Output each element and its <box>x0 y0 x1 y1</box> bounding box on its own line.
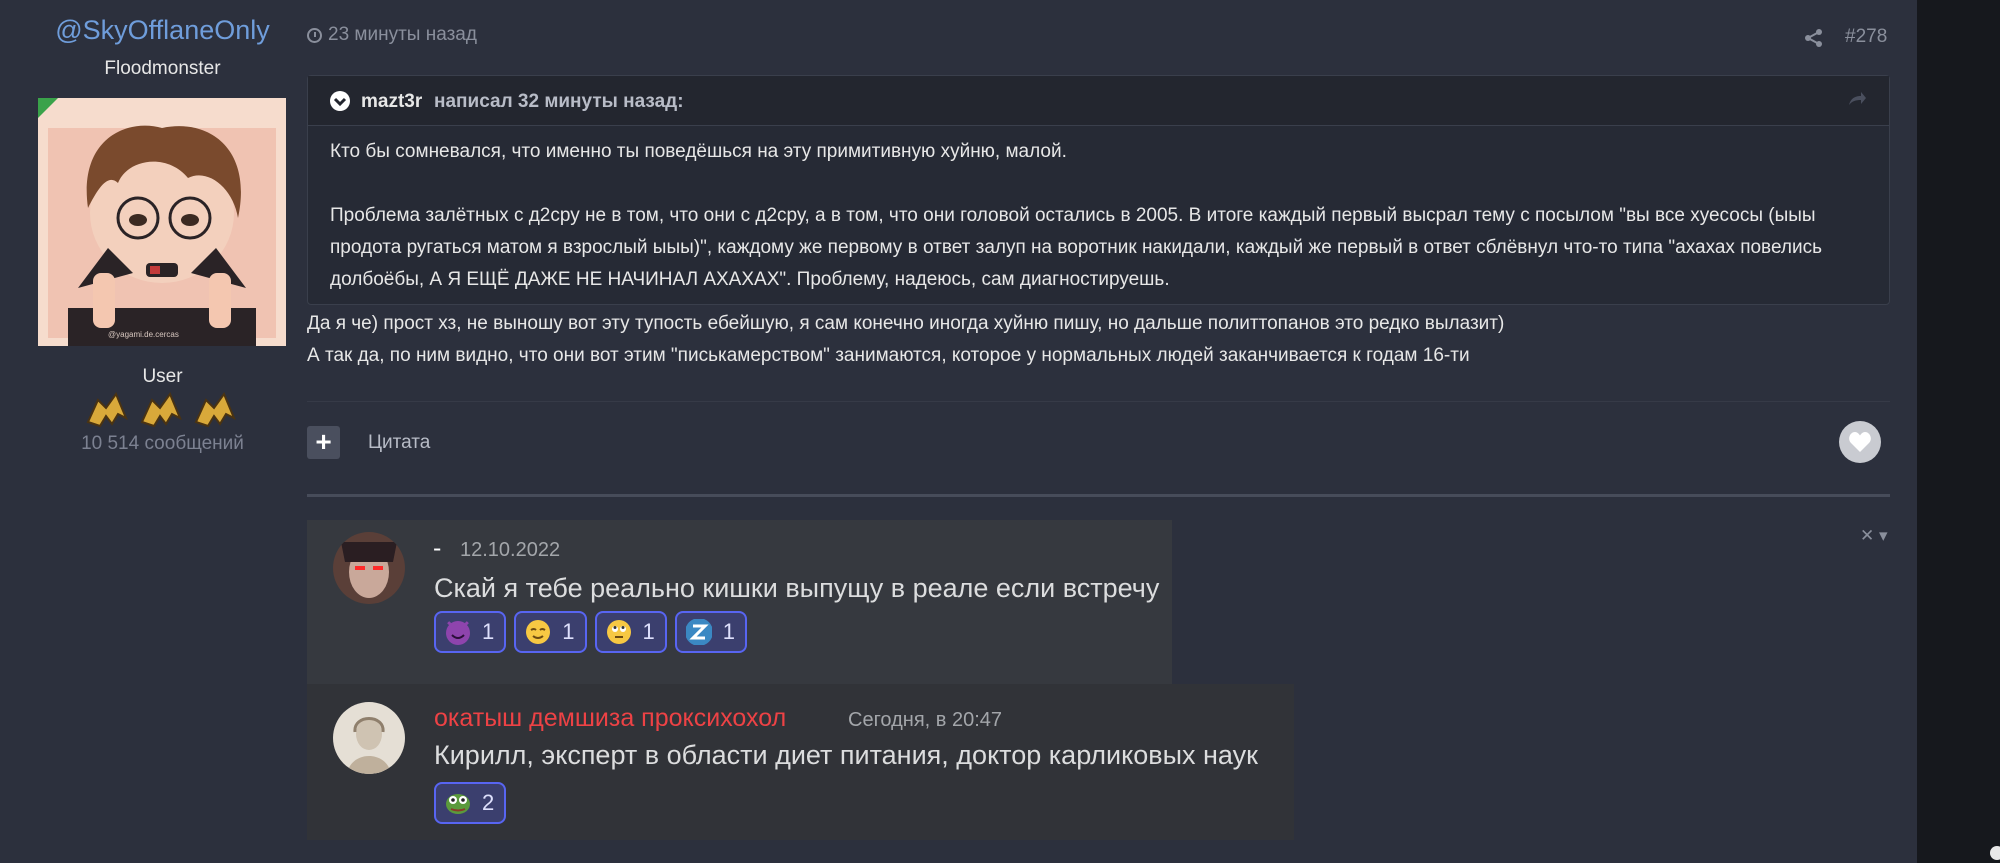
author-rank-title: Floodmonster <box>104 58 221 79</box>
eye-roll-face-icon <box>606 620 631 644</box>
dragon-badge-icon <box>194 391 236 428</box>
embedded-message-1: - 12.10.2022 Скай я тебе реально кишки в… <box>307 520 1172 684</box>
post-time-text: 23 минуты назад <box>328 24 477 45</box>
reaction-chip: 2 <box>434 782 507 824</box>
author-avatar[interactable]: @yagami.de.cercas <box>38 98 286 346</box>
like-button[interactable] <box>1839 421 1881 463</box>
reaction-count: 1 <box>642 619 655 644</box>
post-panel: @SkyOfflaneOnly Floodmonster @yagami.de.… <box>0 0 1917 863</box>
dragon-badge-icon <box>86 391 128 428</box>
dragon-badge-icon <box>140 391 182 428</box>
reaction-count: 1 <box>482 619 495 644</box>
author-name-link[interactable]: @SkyOfflaneOnly <box>30 15 295 46</box>
reaction-count: 1 <box>562 619 575 644</box>
z-letter-icon <box>685 619 712 645</box>
scroll-indicator <box>1990 846 2000 860</box>
post-number-link[interactable]: #278 <box>1845 26 1887 48</box>
message-avatar <box>333 702 405 774</box>
post-line: Да я че) прост хз, не выношу вот эту туп… <box>307 313 1505 334</box>
rank-badges <box>84 390 238 430</box>
reactions-row: 1 1 1 1 <box>434 611 747 653</box>
reaction-chip: 1 <box>594 611 667 653</box>
avatar-watermark: @yagami.de.cercas <box>108 330 179 339</box>
quote-paragraph: Кто бы сомневался, что именно ты поведёш… <box>330 141 1067 162</box>
post-divider <box>307 401 1890 402</box>
smiling-devil-icon <box>446 620 470 645</box>
quote-header[interactable]: mazt3r написал 32 минуты назад: <box>308 76 1889 126</box>
user-group: User <box>142 366 183 387</box>
reaction-chip: 1 <box>674 611 747 653</box>
pepe-frog-icon <box>446 794 470 814</box>
message-author: - <box>433 534 442 562</box>
clock-icon <box>307 27 322 43</box>
message-avatar <box>333 532 405 604</box>
message-time: Сегодня, в 20:47 <box>848 709 1002 731</box>
quote-paragraph: Проблема залётных с д2сру не в том, что … <box>330 205 1822 290</box>
reaction-count: 2 <box>482 790 495 815</box>
quote-button[interactable]: Цитата <box>368 432 430 454</box>
reaction-count: 1 <box>722 619 735 644</box>
post-content: Да я че) прост хз, не выношу вот эту туп… <box>307 308 1897 372</box>
relieved-face-icon <box>526 620 551 644</box>
avatar-illustration <box>38 98 286 346</box>
post-timestamp[interactable]: 23 минуты назад <box>307 24 477 46</box>
chevron-circle-icon[interactable] <box>330 91 350 111</box>
message-author: окатыш демшиза проксихохол <box>434 704 787 732</box>
close-caret-icon[interactable]: ✕ ▾ <box>1860 526 1888 546</box>
quote-author[interactable]: mazt3r <box>361 91 422 113</box>
quote-wrote-text: написал 32 минуты назад: <box>434 91 684 112</box>
message-text: Скай я тебе реально кишки выпущу в реале… <box>434 573 1160 603</box>
post-count: 10 514 сообщений <box>81 433 244 454</box>
online-indicator <box>38 98 58 118</box>
share-icon[interactable] <box>1804 28 1824 48</box>
section-divider <box>307 494 1890 497</box>
message-text: Кирилл, эксперт в области диет питания, … <box>434 740 1258 770</box>
reaction-chip: 1 <box>514 611 587 653</box>
message-time: 12.10.2022 <box>460 539 561 561</box>
multiquote-plus-button[interactable]: + <box>307 426 340 459</box>
window-edge <box>1917 0 2000 863</box>
quote-block: mazt3r написал 32 минуты назад: Кто бы с… <box>307 75 1890 305</box>
reactions-row: 2 <box>434 782 507 824</box>
quote-body: Кто бы сомневался, что именно ты поведёш… <box>330 136 1870 296</box>
heart-icon <box>1849 432 1871 452</box>
reply-arrow-icon[interactable] <box>1847 91 1867 109</box>
reaction-chip: 1 <box>434 611 507 653</box>
embedded-message-2: окатыш демшиза проксихохол Сегодня, в 20… <box>307 684 1294 840</box>
post-line: А так да, по ним видно, что они вот этим… <box>307 345 1470 366</box>
